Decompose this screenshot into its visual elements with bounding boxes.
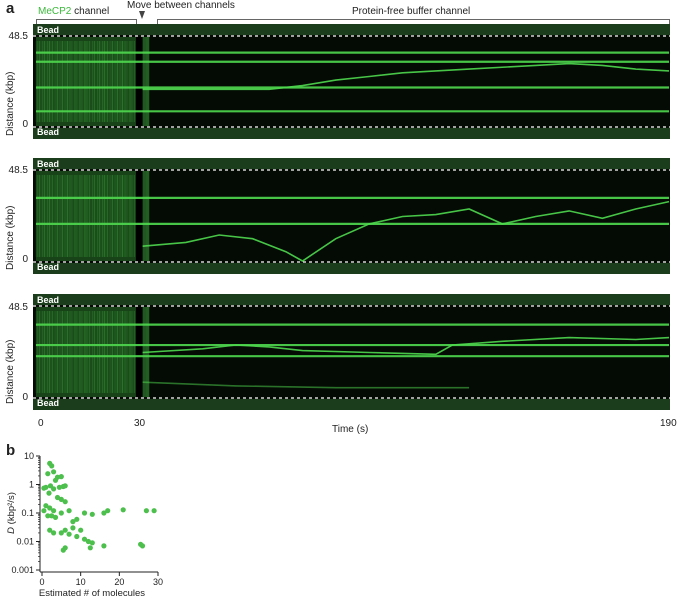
kymograph-1: Bead Bead <box>33 24 670 139</box>
kymograph-2: Bead Bead <box>33 158 670 274</box>
scatter-point <box>78 527 84 533</box>
y-tick-label: 0.001 <box>11 565 34 575</box>
time-axis-label: Time (s) <box>332 424 369 435</box>
time-tick-190: 190 <box>660 418 677 429</box>
scatter-point <box>45 471 51 477</box>
header-move-between: Move between channels <box>127 0 235 11</box>
y-axis-label-unit: (kbp²/s) <box>6 492 17 527</box>
x-tick-label: 20 <box>114 577 124 587</box>
panel-a-letter: a <box>6 0 15 17</box>
scatter-point <box>101 543 107 549</box>
scatter-point <box>52 477 59 483</box>
scatter-point <box>139 543 146 549</box>
scatter-point <box>46 490 52 496</box>
diffusing-protein-trace <box>142 62 670 91</box>
x-tick-label: 30 <box>153 577 163 587</box>
scatter-point <box>70 525 76 531</box>
x-axis-label: Estimated # of molecules <box>39 588 145 598</box>
kymo1-ylabel: Distance (kbp) <box>5 71 16 136</box>
scatter-point <box>66 531 72 537</box>
scatter-point <box>74 533 80 540</box>
bead-bottom-region <box>33 263 670 274</box>
header-buffer-channel: Protein-free buffer channel <box>352 6 471 17</box>
scatter-point <box>58 530 64 536</box>
scatter-point <box>89 540 95 546</box>
scatter-point <box>143 508 149 514</box>
scatter-point <box>51 469 57 475</box>
bracket-mecp2 <box>36 19 136 20</box>
scatter-point <box>74 516 80 522</box>
scatter-point <box>41 485 47 491</box>
kymo3-ytick-top: 48.5 <box>8 302 28 313</box>
x-tick-label: 10 <box>76 577 86 587</box>
kymo2-ytick-top: 48.5 <box>8 165 28 176</box>
scatter-plot: 10 1 0.1 0.01 0.001 0 10 20 30 Estimated # of mol… <box>6 451 163 598</box>
scatter-point <box>58 474 64 480</box>
time-tick-30: 30 <box>134 418 146 429</box>
bead-top-region <box>33 158 670 169</box>
header-mecp2-channel: MeCP2 channel <box>38 6 109 17</box>
bead-top-region <box>33 24 670 35</box>
bead-top-region <box>33 294 670 305</box>
kymograph-3-svg <box>33 294 670 410</box>
scatter-point <box>62 499 68 505</box>
y-axis-label: D (kbp²/s) <box>6 492 17 534</box>
scatter-point <box>66 508 72 514</box>
kymograph-3: Bead Bead <box>33 294 670 410</box>
y-tick-label: 10 <box>24 451 34 461</box>
kymo3-ylabel: Distance (kbp) <box>5 339 16 404</box>
kymo2-ylabel: Distance (kbp) <box>5 205 16 270</box>
header-mecp2-prefix: MeCP2 <box>38 6 72 17</box>
scatter-point <box>58 510 64 516</box>
buffer-entry-signal <box>142 37 150 126</box>
scatter-point <box>49 463 55 469</box>
kymograph-2-svg <box>33 158 670 274</box>
bead-label-top: Bead <box>37 159 60 169</box>
scatter-point <box>151 508 157 514</box>
fading-protein-trace <box>142 381 470 389</box>
scatter-point <box>41 508 47 514</box>
y-tick-label: 0.1 <box>21 508 34 518</box>
scatter-point <box>52 514 59 520</box>
scatter-point <box>120 507 126 513</box>
move-arrow-icon <box>139 11 145 19</box>
buffer-entry-signal <box>142 171 150 261</box>
time-tick-0: 0 <box>38 418 44 429</box>
kymo1-ytick-top: 48.5 <box>8 31 28 42</box>
diffusing-protein-trace <box>142 200 670 262</box>
scatter-point <box>105 508 111 514</box>
scatter-point <box>47 527 53 533</box>
y-tick-label: 0.01 <box>16 537 34 547</box>
y-tick-label: 1 <box>29 480 34 490</box>
bead-label-bottom: Bead <box>37 262 60 272</box>
kymograph-1-svg <box>33 24 670 139</box>
bead-label-bottom: Bead <box>37 127 60 137</box>
scatter-point <box>81 510 88 516</box>
header-mecp2-suffix: channel <box>71 6 110 17</box>
scatter-point <box>51 486 57 492</box>
bead-label-top: Bead <box>37 295 60 305</box>
bracket-buffer <box>157 19 669 20</box>
bead-bottom-region <box>33 399 670 410</box>
scatter-point <box>60 547 66 553</box>
x-tick-label: 0 <box>39 577 44 587</box>
scatter-point <box>89 511 95 517</box>
scatter-point <box>62 483 68 489</box>
bead-label-bottom: Bead <box>37 398 60 408</box>
scatter-point <box>87 545 93 551</box>
bead-label-top: Bead <box>37 25 60 35</box>
bead-bottom-region <box>33 128 670 139</box>
scatter-point <box>51 508 57 514</box>
